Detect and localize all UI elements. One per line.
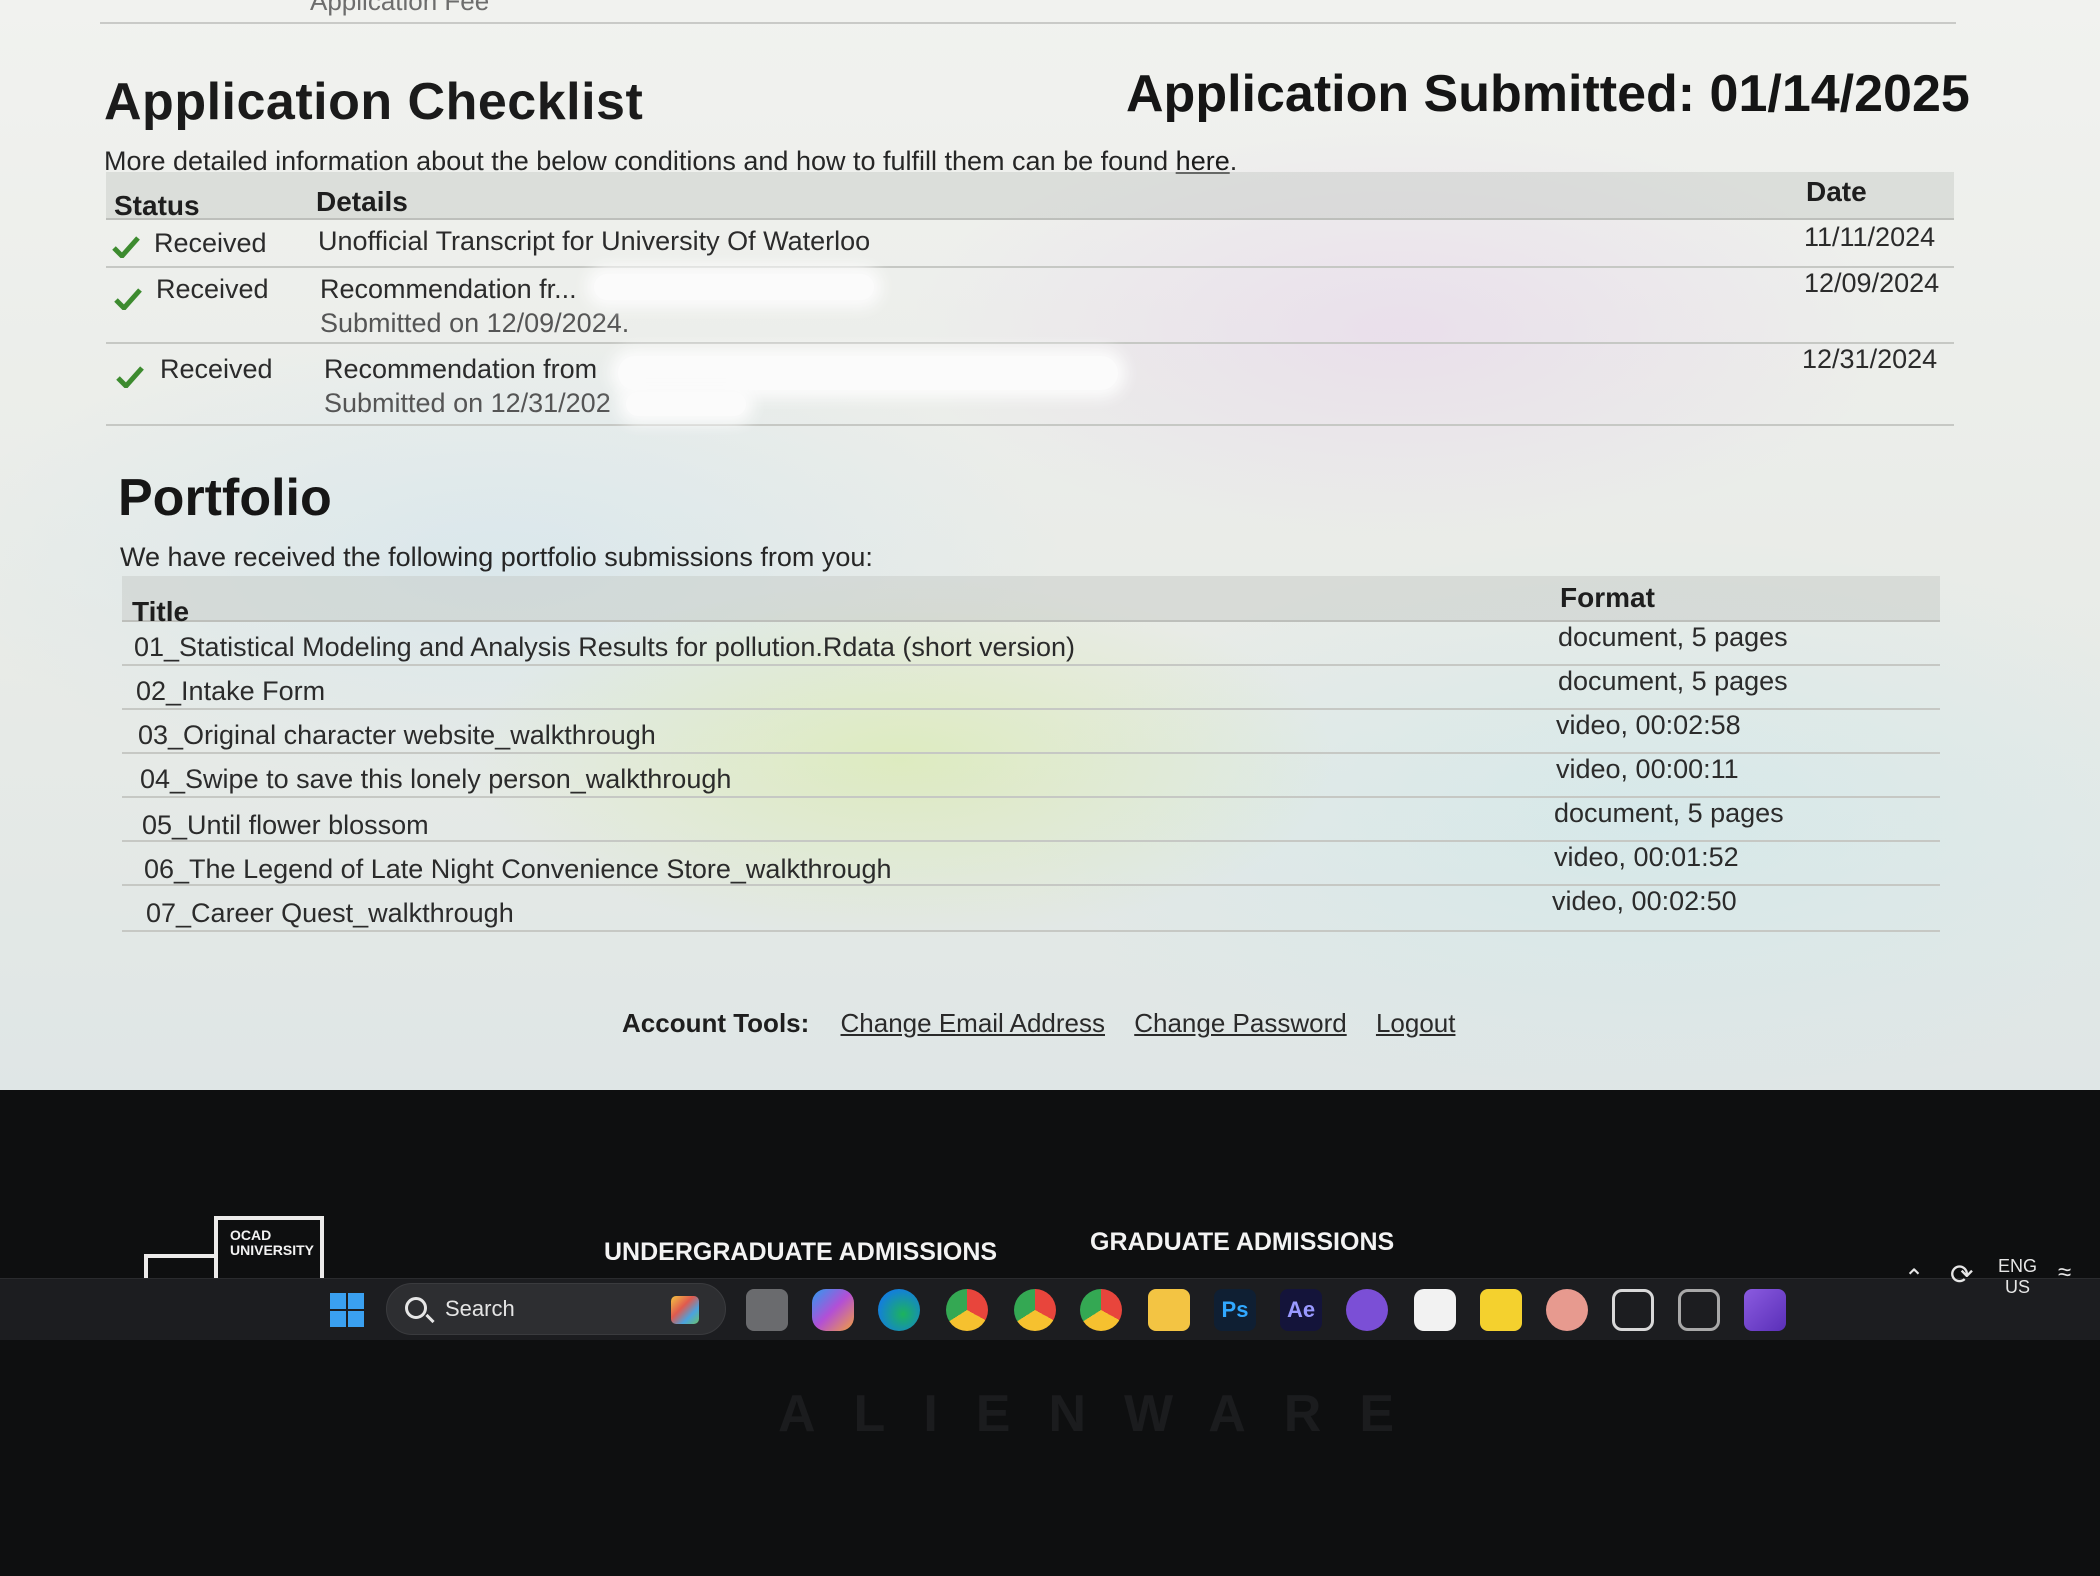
- title-cell: 05_Until flower blossom: [142, 810, 429, 840]
- status-column-header: Status: [114, 190, 200, 221]
- github-desktop-icon[interactable]: [1346, 1289, 1388, 1331]
- file-explorer-icon[interactable]: [1148, 1289, 1190, 1331]
- submitted-note: Submitted on 12/09/2024.: [320, 308, 630, 338]
- table-row: Received Unofficial Transcript for Unive…: [106, 220, 1954, 268]
- sticky-notes-icon[interactable]: [1480, 1289, 1522, 1331]
- portfolio-title: Portfolio: [118, 469, 332, 527]
- change-email-link[interactable]: Change Email Address: [841, 1008, 1105, 1038]
- after-effects-icon[interactable]: Ae: [1280, 1289, 1322, 1331]
- title-cell: 01_Statistical Modeling and Analysis Res…: [134, 632, 1075, 662]
- details-cell: Recommendation fr...: [320, 274, 577, 304]
- details-cell: Unofficial Transcript for University Of …: [318, 226, 871, 256]
- graduate-admissions-link[interactable]: GRADUATE ADMISSIONS: [1090, 1228, 1394, 1257]
- checklist-header: Status Details Date: [106, 172, 1954, 221]
- table-row: 03_Original character website_walkthroug…: [122, 710, 1940, 754]
- game-app-icon[interactable]: [1546, 1289, 1588, 1331]
- portfolio-header: Title Format: [122, 576, 1940, 627]
- unity-hub-icon[interactable]: [1678, 1289, 1720, 1331]
- format-cell: document, 5 pages: [1558, 666, 1788, 696]
- search-placeholder: Search: [445, 1296, 515, 1321]
- format-cell: video, 00:02:58: [1556, 710, 1741, 740]
- visual-studio-icon[interactable]: [1744, 1289, 1786, 1331]
- chrome-icon[interactable]: [1080, 1289, 1122, 1331]
- table-row: 04_Swipe to save this lonely person_walk…: [122, 754, 1940, 798]
- divider: [100, 22, 1956, 24]
- checklist-table: Status Details Date Received Unofficial …: [106, 172, 1954, 432]
- unity-hub-icon[interactable]: [1612, 1289, 1654, 1331]
- date-cell: 11/11/2024: [1804, 222, 1936, 252]
- status-cell: Received: [154, 228, 267, 258]
- copilot-icon[interactable]: [812, 1289, 854, 1331]
- checkmark-icon: [114, 288, 142, 310]
- format-cell: video, 00:02:50: [1552, 886, 1737, 916]
- checkmark-icon: [112, 236, 140, 258]
- date-cell: 12/09/2024: [1804, 268, 1940, 298]
- wifi-icon[interactable]: ≈: [2058, 1261, 2071, 1285]
- table-row: 01_Statistical Modeling and Analysis Res…: [122, 622, 1940, 666]
- format-column-header: Format: [1560, 582, 1655, 613]
- status-cell: Received: [156, 274, 269, 304]
- redaction-mark: [626, 392, 746, 416]
- lens-app-icon[interactable]: [1414, 1289, 1456, 1331]
- task-view-icon[interactable]: [746, 1289, 788, 1331]
- logout-link[interactable]: Logout: [1376, 1008, 1456, 1038]
- monitor-brand: ALIENWARE: [778, 1385, 1432, 1443]
- language-code: ENG: [1998, 1256, 2038, 1276]
- checkmark-icon: [116, 366, 144, 388]
- title-cell: 03_Original character website_walkthroug…: [138, 720, 656, 750]
- details-cell: Recommendation from: [324, 354, 598, 384]
- region-code: US: [2005, 1277, 2031, 1297]
- redaction-mark: [618, 356, 1118, 390]
- application-page: Application Fee Application Checklist Ap…: [0, 0, 2100, 1090]
- change-password-link[interactable]: Change Password: [1134, 1008, 1346, 1038]
- search-highlight-icon: [671, 1296, 699, 1324]
- format-cell: video, 00:00:11: [1556, 754, 1739, 784]
- submitted-date: Application Submitted: 01/14/2025: [1126, 65, 1970, 123]
- browser-screen: Application Fee Application Checklist Ap…: [0, 0, 2100, 1090]
- redaction-mark: [594, 274, 874, 300]
- title-cell: 04_Swipe to save this lonely person_walk…: [140, 764, 732, 794]
- chrome-icon[interactable]: [946, 1289, 988, 1331]
- logo-text: OCAD UNIVERSITY: [230, 1227, 315, 1258]
- account-tools: Account Tools: Change Email Address Chan…: [622, 1008, 1477, 1039]
- language-indicator[interactable]: ENG US: [1998, 1256, 2037, 1298]
- chevron-up-icon[interactable]: ⌃: [1904, 1267, 1924, 1291]
- portfolio-table: Title Format 01_Statistical Modeling and…: [122, 576, 1940, 946]
- title-cell: 07_Career Quest_walkthrough: [146, 898, 514, 928]
- table-row: 02_Intake Form document, 5 pages: [122, 666, 1940, 710]
- table-row: 05_Until flower blossom document, 5 page…: [122, 798, 1940, 842]
- date-cell: 12/31/2024: [1802, 344, 1938, 374]
- taskbar-search[interactable]: Search: [386, 1283, 726, 1335]
- table-row: Received Recommendation fr... Submitted …: [106, 268, 1954, 344]
- undergraduate-admissions-link[interactable]: UNDERGRADUATE ADMISSIONS: [604, 1238, 997, 1267]
- status-cell: Received: [160, 354, 273, 384]
- account-tools-label: Account Tools:: [622, 1008, 810, 1038]
- windows-start-icon[interactable]: [326, 1289, 368, 1331]
- ocad-logo[interactable]: OCAD UNIVERSITY: [214, 1216, 324, 1282]
- title-cell: 06_The Legend of Late Night Convenience …: [144, 854, 892, 884]
- format-cell: document, 5 pages: [1558, 622, 1788, 652]
- format-cell: video, 00:01:52: [1554, 842, 1739, 872]
- checklist-title: Application Checklist: [104, 73, 644, 131]
- windows-taskbar: Ps Ae: [0, 1278, 2100, 1340]
- table-row: Received Recommendation from Submitted o…: [106, 344, 1954, 426]
- search-icon: [405, 1297, 427, 1319]
- title-cell: 02_Intake Form: [136, 676, 326, 706]
- photoshop-icon[interactable]: Ps: [1214, 1289, 1256, 1331]
- date-column-header: Date: [1806, 176, 1867, 207]
- sync-icon[interactable]: ⟳: [1950, 1261, 1973, 1289]
- table-row: 07_Career Quest_walkthrough video, 00:02…: [122, 886, 1940, 932]
- table-row: 06_The Legend of Late Night Convenience …: [122, 842, 1940, 886]
- format-cell: document, 5 pages: [1554, 798, 1784, 828]
- edge-icon[interactable]: [878, 1289, 920, 1331]
- submitted-note: Submitted on 12/31/202: [324, 388, 611, 418]
- chrome-icon[interactable]: [1014, 1289, 1056, 1331]
- portfolio-intro: We have received the following portfolio…: [120, 542, 873, 572]
- details-column-header: Details: [316, 186, 408, 217]
- previous-section-label: Application Fee: [310, 0, 490, 16]
